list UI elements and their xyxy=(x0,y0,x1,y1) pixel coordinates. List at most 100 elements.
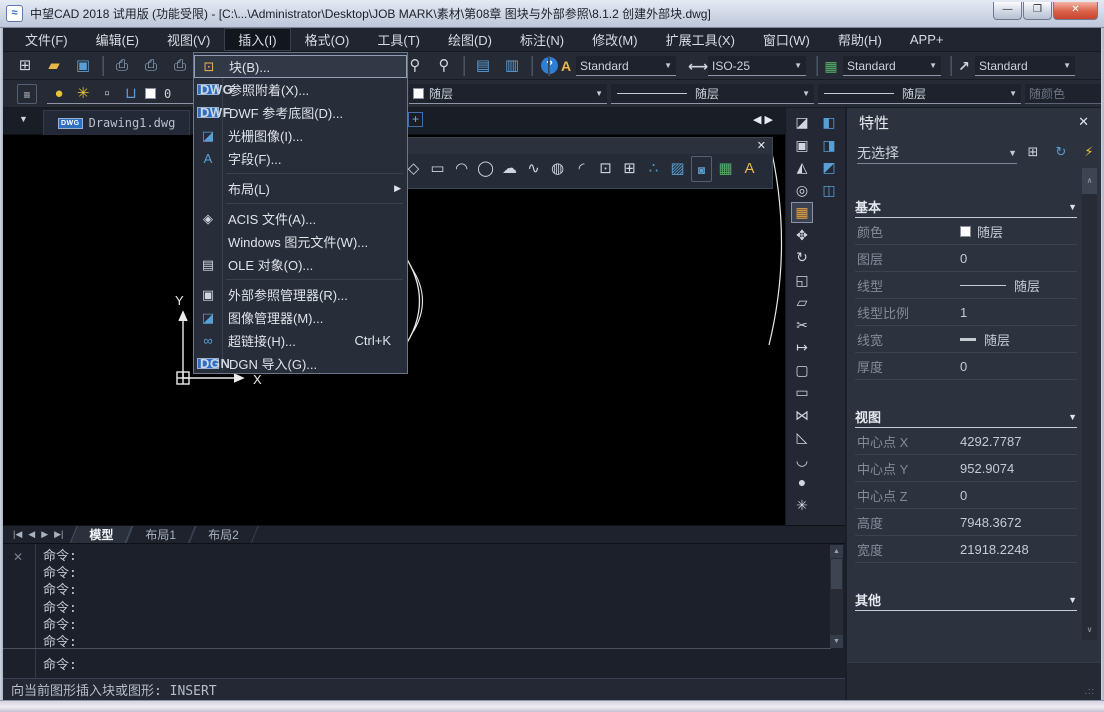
quickcalc-icon[interactable]: ▤ xyxy=(473,56,493,76)
close-button[interactable]: ✕ xyxy=(1053,2,1098,20)
layout-tab-0[interactable]: 模型 xyxy=(73,526,129,544)
rotate-icon[interactable]: ↻ xyxy=(791,247,813,268)
close-icon[interactable]: ✕ xyxy=(1078,114,1089,130)
menu-item-image-manager[interactable]: ◪图像管理器(M)... xyxy=(194,306,407,329)
fillet-icon[interactable]: ◡ xyxy=(791,450,813,471)
menubar-item-10[interactable]: 窗口(W) xyxy=(749,28,824,51)
hatch-icon[interactable]: ▨ xyxy=(667,156,688,182)
array-icon[interactable]: ▦ xyxy=(791,202,813,223)
menubar-item-3[interactable]: 插入(I) xyxy=(224,28,290,51)
blend-curves-icon[interactable]: ● xyxy=(791,472,813,493)
print-preview-icon[interactable]: ⎙ xyxy=(141,56,161,76)
selection-dropdown[interactable]: 无选择 ▼ xyxy=(857,142,1017,164)
menubar-item-8[interactable]: 修改(M) xyxy=(578,28,652,51)
tab-list-dropdown-icon[interactable]: ▼ xyxy=(19,114,28,124)
property-value[interactable]: 随层 xyxy=(960,222,1003,241)
draworder-below-icon[interactable]: ◫ xyxy=(818,180,840,201)
scroll-up-icon[interactable]: ▲ xyxy=(830,545,843,558)
rectangle-icon[interactable]: ▭ xyxy=(427,156,448,182)
print-icon[interactable]: ⎙ xyxy=(112,56,132,76)
section-header[interactable]: 基本▼ xyxy=(855,196,1077,218)
layout-tab-1[interactable]: 布局1 xyxy=(129,526,192,544)
command-scrollbar[interactable]: ▲ ▼ xyxy=(830,545,843,648)
revcloud-icon[interactable]: ☁ xyxy=(499,156,520,182)
ellipse-arc-icon[interactable]: ◜ xyxy=(571,156,592,182)
section-header[interactable]: 视图▼ xyxy=(855,406,1077,428)
menubar-item-4[interactable]: 格式(O) xyxy=(291,28,364,51)
open-folder-icon[interactable]: ▰ xyxy=(44,56,64,76)
collapse-arrow-icon[interactable]: ▼ xyxy=(1068,412,1077,422)
property-value[interactable]: 0 xyxy=(960,251,967,266)
text-style-icon[interactable]: A xyxy=(556,56,576,76)
dim-style-icon[interactable]: ⟷ xyxy=(688,56,708,76)
resize-grip-icon[interactable]: .:: xyxy=(1084,686,1095,696)
region-icon[interactable]: ◙ xyxy=(691,156,712,182)
select-objects-icon[interactable]: ↻ xyxy=(1051,142,1071,162)
chamfer-icon[interactable]: ◺ xyxy=(791,427,813,448)
property-value[interactable]: 7948.3672 xyxy=(960,515,1021,530)
menubar-item-9[interactable]: 扩展工具(X) xyxy=(652,28,749,51)
property-value[interactable]: 21918.2248 xyxy=(960,542,1029,557)
layer-unlock-icon[interactable]: ⊔ xyxy=(121,84,141,104)
property-value[interactable]: 随层 xyxy=(960,276,1040,295)
scrollbar-thumb[interactable] xyxy=(831,559,842,589)
layer-combo[interactable]: ●✳▫⊔0 xyxy=(47,84,195,104)
draworder-bring-front-icon[interactable]: ◧ xyxy=(818,112,840,133)
menubar-item-5[interactable]: 工具(T) xyxy=(363,28,434,51)
section-header[interactable]: 其他▼ xyxy=(855,589,1077,611)
properties-sheet-icon[interactable]: ▥ xyxy=(502,56,522,76)
collapse-arrow-icon[interactable]: ▼ xyxy=(1068,202,1077,212)
scroll-down-icon[interactable]: ▼ xyxy=(830,635,843,648)
collapse-arrow-icon[interactable]: ▼ xyxy=(1068,595,1077,605)
menubar-item-7[interactable]: 标注(N) xyxy=(506,28,578,51)
table-style-icon[interactable]: ▦ xyxy=(821,56,841,76)
draworder-send-back-icon[interactable]: ◨ xyxy=(818,135,840,156)
layout-tab-nav[interactable]: |◀◀▶▶| xyxy=(3,529,73,540)
arc-icon[interactable]: ◠ xyxy=(451,156,472,182)
text-style-combo[interactable]: Standard▼ xyxy=(576,56,676,76)
layer-thaw-sun-icon[interactable]: ✳ xyxy=(73,84,93,104)
menu-item-block[interactable]: ⊡块(B)... xyxy=(194,55,407,78)
table-icon[interactable]: ▦ xyxy=(715,156,736,182)
mtext-icon[interactable]: A xyxy=(739,156,760,182)
ellipse-icon[interactable]: ◍ xyxy=(547,156,568,182)
new-tab-button[interactable]: + xyxy=(408,112,423,127)
make-block-icon[interactable]: ⊞ xyxy=(619,156,640,182)
mleader-style-combo[interactable]: Standard▼ xyxy=(975,56,1075,76)
stretch-icon[interactable]: ▱ xyxy=(791,292,813,313)
linetype-combo[interactable]: 随层 ▼ xyxy=(611,84,814,104)
color-combo[interactable]: 随层 ▼ xyxy=(409,84,607,104)
menubar-item-1[interactable]: 编辑(E) xyxy=(82,28,153,51)
mleader-style-icon[interactable]: ↗ xyxy=(954,56,974,76)
lineweight-combo[interactable]: 随层 ▼ xyxy=(818,84,1021,104)
layout-nav-icon[interactable]: |◀ xyxy=(13,529,22,540)
spline-icon[interactable]: ∿ xyxy=(523,156,544,182)
draw-toolbar-titlebar[interactable]: ✕ xyxy=(399,138,772,154)
table-style-combo[interactable]: Standard▼ xyxy=(843,56,941,76)
extend-icon[interactable]: ↦ xyxy=(791,337,813,358)
copy-icon[interactable]: ▣ xyxy=(791,135,813,156)
explode-icon[interactable]: ✳ xyxy=(791,495,813,516)
property-value[interactable]: 0 xyxy=(960,359,967,374)
mirror-icon[interactable]: ◭ xyxy=(791,157,813,178)
menu-item-ole[interactable]: ▤OLE 对象(O)... xyxy=(194,253,407,276)
scroll-up-icon[interactable]: ∧ xyxy=(1082,168,1097,194)
layer-color-swatch[interactable] xyxy=(145,88,156,99)
menu-item-hyperlink[interactable]: ∞超链接(H)...Ctrl+K xyxy=(194,329,407,352)
move-icon[interactable]: ✥ xyxy=(791,225,813,246)
layout-nav-icon[interactable]: ▶| xyxy=(54,529,63,540)
toggle-pickadd-icon[interactable]: ⚡ xyxy=(1079,142,1099,162)
zoom-window-icon[interactable]: ⚲ xyxy=(405,56,425,76)
break-icon[interactable]: ▭ xyxy=(791,382,813,403)
close-icon[interactable]: ✕ xyxy=(757,139,766,153)
draworder-above-icon[interactable]: ◩ xyxy=(818,157,840,178)
menu-item-wmf[interactable]: Windows 图元文件(W)... xyxy=(194,230,407,253)
command-prompt[interactable]: 命令: xyxy=(43,654,77,673)
circle-icon[interactable]: ◯ xyxy=(475,156,496,182)
new-file-icon[interactable]: ⊞ xyxy=(15,56,35,76)
command-window[interactable]: ✕ 命令:命令:命令:命令:命令:命令: 命令: ▲ ▼ xyxy=(3,543,845,678)
menu-item-layout[interactable]: 布局(L)▶ xyxy=(194,177,407,200)
save-icon[interactable]: ▣ xyxy=(73,56,93,76)
erase-icon[interactable]: ◪ xyxy=(791,112,813,133)
menubar-item-6[interactable]: 绘图(D) xyxy=(434,28,506,51)
